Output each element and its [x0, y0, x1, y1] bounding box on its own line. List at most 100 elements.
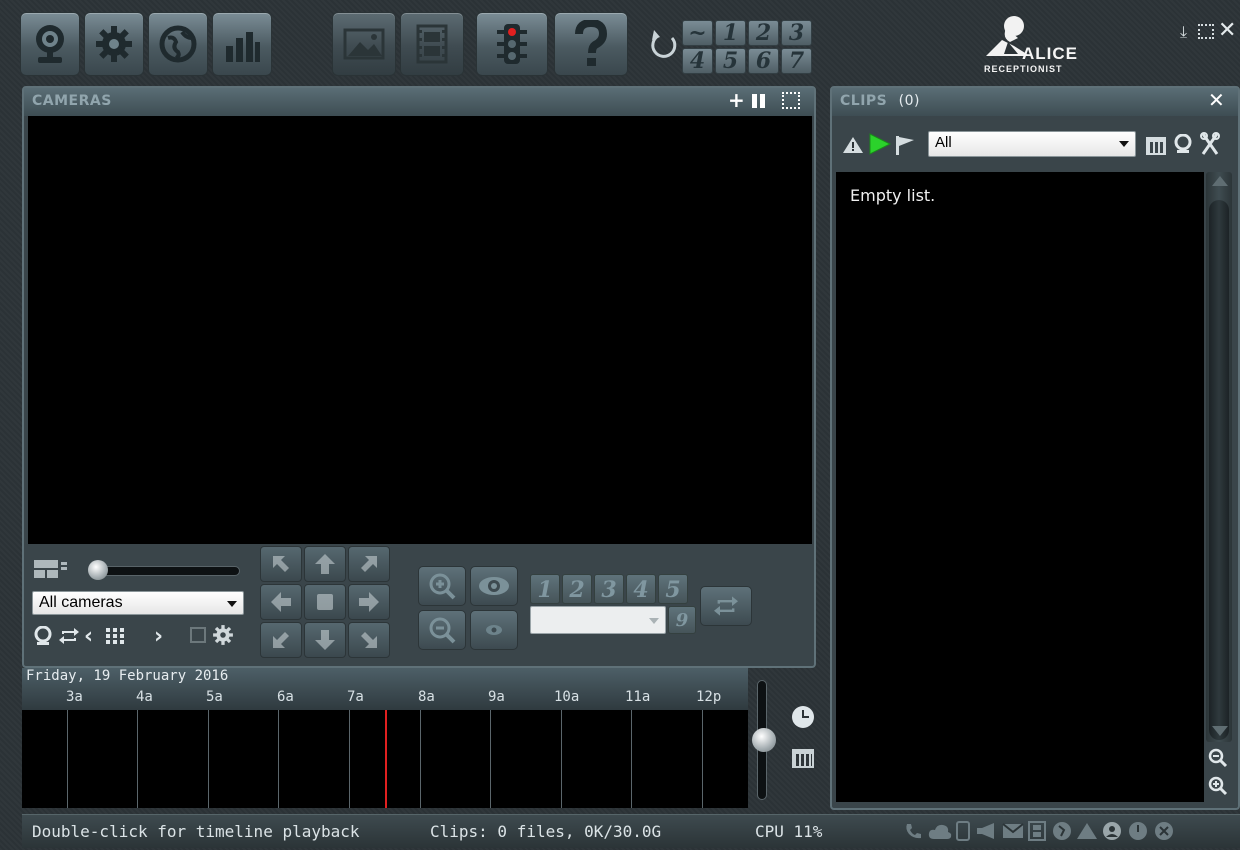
eye-open-button[interactable]	[470, 566, 518, 606]
clips-scrollbar-thumb[interactable]	[1209, 200, 1229, 740]
warning-icon[interactable]	[1076, 822, 1098, 840]
add-camera-icon[interactable]: +	[728, 88, 745, 112]
camera-group-select[interactable]: All cameras	[32, 591, 244, 615]
timeline-gridline	[67, 710, 68, 808]
layout-button[interactable]: 5	[715, 48, 746, 74]
layout-grid-icon[interactable]	[34, 560, 68, 578]
minimize-to-tray-icon[interactable]: ⤓	[1180, 22, 1187, 42]
mail-icon[interactable]	[1002, 823, 1024, 839]
settings-button[interactable]	[84, 12, 144, 76]
fullscreen-icon[interactable]	[1198, 24, 1214, 39]
mobile-icon[interactable]	[956, 821, 970, 841]
clips-camera-icon[interactable]	[1174, 133, 1192, 158]
ptz-right-button[interactable]	[348, 584, 390, 620]
eye-small-button[interactable]	[470, 610, 518, 650]
preset-cycle-button[interactable]	[700, 586, 752, 626]
zoom-in-icon	[429, 573, 456, 600]
webcam-small-icon[interactable]	[34, 625, 52, 650]
cycle-icon[interactable]	[58, 626, 80, 650]
size-slider-thumb[interactable]	[88, 560, 108, 580]
layout-button[interactable]: 4	[682, 48, 713, 74]
timeline-gridline	[631, 710, 632, 808]
timeline-current-marker	[385, 710, 387, 808]
layout-button[interactable]: 2	[748, 20, 779, 46]
scroll-down-icon[interactable]	[1212, 726, 1228, 736]
film-icon	[416, 24, 448, 64]
previous-icon[interactable]: ‹	[84, 624, 93, 649]
alert-filter-icon[interactable]	[842, 136, 864, 158]
clips-list[interactable]: Empty list.	[836, 172, 1204, 802]
grid-icon[interactable]	[106, 628, 124, 648]
logo-subtext: RECEPTIONIST	[984, 64, 1063, 74]
snapshots-button[interactable]	[332, 12, 396, 76]
ptz-up-right-button[interactable]	[348, 546, 390, 582]
power-icon[interactable]	[1128, 821, 1148, 841]
globe-icon	[159, 25, 197, 63]
alerts-button[interactable]	[476, 12, 548, 76]
calendar-icon[interactable]	[792, 746, 814, 768]
ptz-up-left-button[interactable]	[260, 546, 302, 582]
preset-button[interactable]: 1	[530, 574, 560, 604]
layout-button[interactable]: 3	[781, 20, 812, 46]
flag-filter-icon[interactable]	[894, 134, 918, 160]
megaphone-icon[interactable]	[976, 822, 998, 840]
zoom-out-button[interactable]	[418, 610, 466, 650]
next-icon[interactable]: ›	[154, 624, 163, 649]
layout-button[interactable]: ~	[682, 20, 713, 46]
scroll-up-icon[interactable]	[1212, 176, 1228, 186]
run-icon[interactable]	[1052, 821, 1072, 841]
ptz-down-left-button[interactable]	[260, 622, 302, 658]
preset-select[interactable]	[530, 606, 666, 634]
bar-chart-icon	[226, 32, 260, 62]
camera-viewport[interactable]	[28, 116, 812, 544]
maximize-panel-icon[interactable]	[782, 92, 800, 109]
cameras-title-bar: CAMERAS	[24, 88, 814, 116]
preset-extra-button[interactable]: 9	[668, 606, 696, 634]
phone-icon[interactable]	[904, 822, 922, 840]
film-status-icon[interactable]	[1028, 821, 1046, 841]
preset-button[interactable]: 2	[562, 574, 592, 604]
recordings-button[interactable]	[400, 12, 464, 76]
zoom-in-button[interactable]	[418, 566, 466, 606]
cancel-icon[interactable]	[1154, 821, 1174, 841]
camera-settings-gear-icon[interactable]	[212, 624, 234, 650]
statistics-button[interactable]	[212, 12, 272, 76]
timeline-hour: 4a	[136, 689, 153, 705]
ptz-home-button[interactable]	[304, 584, 346, 620]
clips-filter-select[interactable]: All	[928, 131, 1136, 157]
edit-icon[interactable]	[190, 627, 206, 643]
clips-calendar-icon[interactable]	[1146, 134, 1168, 156]
web-server-button[interactable]	[148, 12, 208, 76]
ptz-down-button[interactable]	[304, 622, 346, 658]
timeline-hour: 11a	[625, 689, 651, 705]
preset-button[interactable]: 3	[594, 574, 624, 604]
ptz-down-right-button[interactable]	[348, 622, 390, 658]
help-button[interactable]	[554, 12, 628, 76]
layout-button[interactable]: 7	[781, 48, 812, 74]
cloud-icon[interactable]	[928, 823, 952, 840]
clock-icon[interactable]	[792, 706, 814, 728]
preset-button[interactable]: 4	[626, 574, 656, 604]
timeline-hour: 5a	[206, 689, 223, 705]
size-slider-track[interactable]	[94, 566, 240, 576]
clips-zoom-in-icon[interactable]	[1208, 776, 1228, 800]
close-window-icon[interactable]: ✕	[1218, 18, 1236, 43]
help-icon	[575, 20, 608, 66]
refresh-icon[interactable]	[648, 28, 678, 66]
chevron-down-icon	[1119, 141, 1129, 147]
preset-button[interactable]: 5	[658, 574, 688, 604]
close-clips-icon[interactable]: ✕	[1208, 88, 1225, 112]
clips-tools-icon[interactable]	[1200, 132, 1220, 160]
layout-button[interactable]: 1	[715, 20, 746, 46]
user-icon[interactable]	[1102, 821, 1122, 841]
pause-icon[interactable]	[752, 94, 757, 108]
ptz-left-button[interactable]	[260, 584, 302, 620]
ptz-up-button[interactable]	[304, 546, 346, 582]
play-filter-icon[interactable]	[866, 132, 892, 160]
clips-count: (0)	[898, 93, 920, 109]
cameras-view-button[interactable]	[20, 12, 80, 76]
layout-button[interactable]: 6	[748, 48, 779, 74]
timeline-zoom-thumb[interactable]	[752, 728, 776, 752]
camera-group-value: All cameras	[39, 594, 123, 611]
clips-zoom-out-icon[interactable]	[1208, 748, 1228, 772]
